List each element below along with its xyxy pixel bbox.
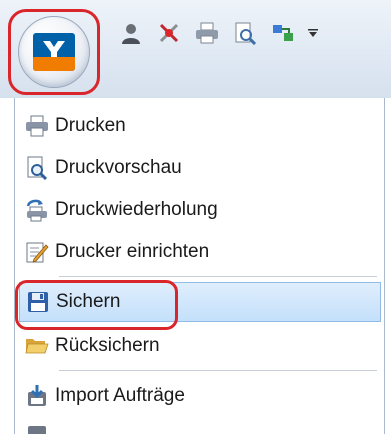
menu-item-label: Sichern	[56, 291, 121, 312]
menu-item-drucken[interactable]: Drucken	[19, 106, 381, 146]
menu-item-drucker-einrichten[interactable]: Drucker einrichten	[19, 232, 381, 272]
menu-item-ruecksichern[interactable]: Rücksichern	[19, 326, 381, 366]
quick-access-toolbar	[116, 18, 320, 48]
import-icon	[25, 384, 49, 408]
application-menu: Drucken Druckvorschau Druckwiederholung …	[14, 98, 385, 434]
export-icon	[25, 420, 49, 434]
app-button-annotation	[8, 9, 100, 95]
transfer-icon[interactable]	[268, 18, 298, 48]
application-menu-button[interactable]	[18, 16, 90, 88]
folder-open-icon	[25, 334, 49, 358]
menu-item-label: Drucker einrichten	[55, 241, 210, 262]
menu-item-sichern[interactable]: Sichern	[19, 282, 381, 322]
menu-separator	[59, 370, 377, 371]
printer-setup-icon	[25, 240, 49, 264]
reprint-icon	[25, 198, 49, 222]
menu-item-label: Druckwiederholung	[55, 199, 218, 220]
menu-item-label: Drucken	[55, 115, 126, 136]
printer-icon	[25, 114, 49, 138]
magnifier-page-icon	[25, 156, 49, 180]
menu-item-import-auftraege[interactable]: Import Aufträge	[19, 376, 381, 416]
menu-separator	[59, 276, 377, 277]
floppy-disk-icon	[26, 290, 50, 314]
menu-item-partial[interactable]	[19, 420, 381, 434]
tools-icon[interactable]	[154, 18, 184, 48]
menu-item-label: Import Aufträge	[55, 385, 185, 406]
menu-item-druckwiederholung[interactable]: Druckwiederholung	[19, 190, 381, 230]
menu-item-label: Rücksichern	[55, 335, 160, 356]
user-icon[interactable]	[116, 18, 146, 48]
printer-icon[interactable]	[192, 18, 222, 48]
customize-dropdown-icon[interactable]	[306, 18, 320, 48]
menu-item-label: Druckvorschau	[55, 157, 182, 178]
print-preview-icon[interactable]	[230, 18, 260, 48]
bank-logo-icon	[33, 33, 75, 71]
title-bar	[0, 0, 391, 98]
menu-item-druckvorschau[interactable]: Druckvorschau	[19, 148, 381, 188]
